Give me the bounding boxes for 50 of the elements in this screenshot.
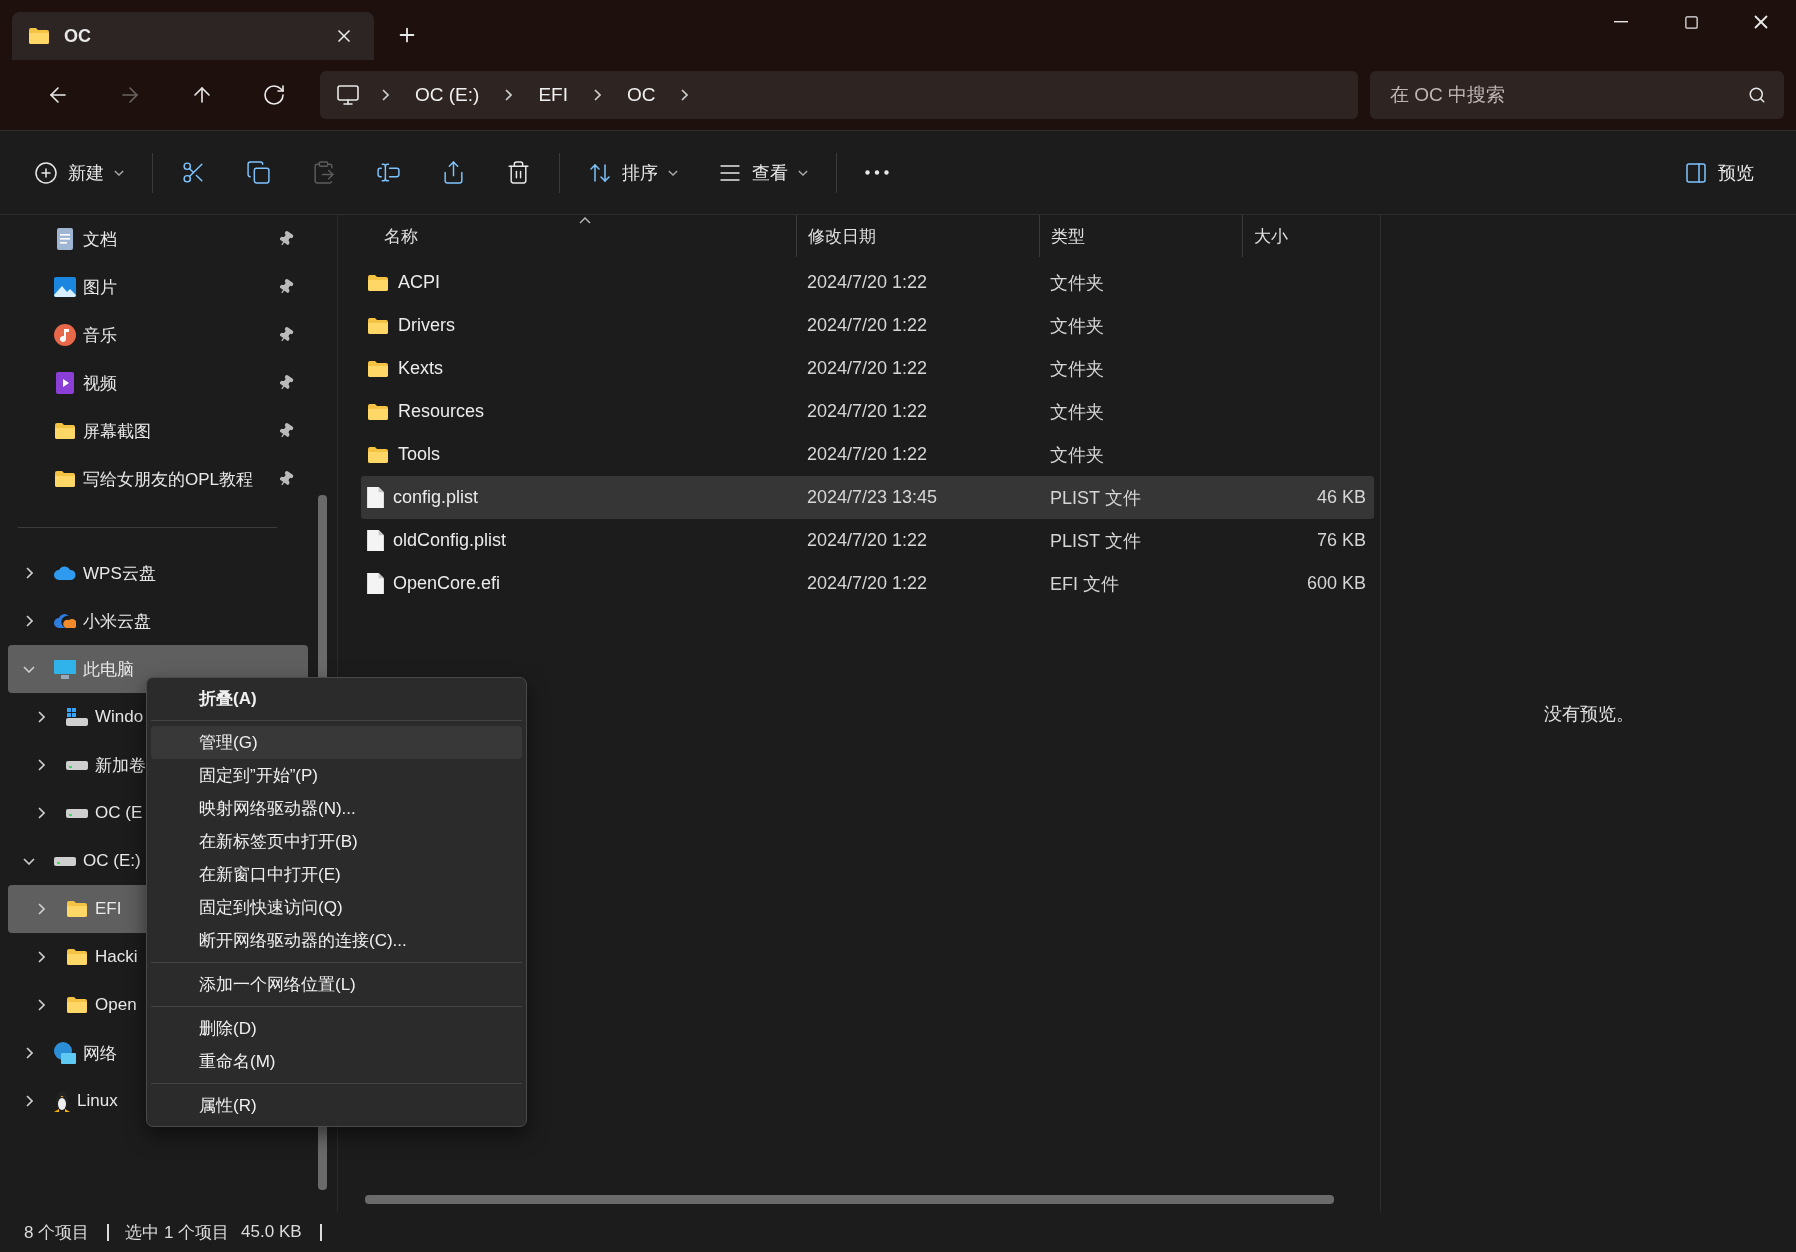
item-count: 8 个项目 xyxy=(24,1221,90,1244)
file-type: 文件夹 xyxy=(1049,443,1104,467)
tree-item-label: 网络 xyxy=(83,1042,117,1065)
selection-size: 45.0 KB xyxy=(241,1222,302,1242)
file-size: 76 KB xyxy=(1316,530,1367,551)
preview-message: 没有预览。 xyxy=(1543,702,1634,726)
file-type: EFI 文件 xyxy=(1049,572,1119,596)
file-type: 文件夹 xyxy=(1049,357,1104,381)
modified-date: 2024/7/20 1:22 xyxy=(806,530,928,551)
quick-access-label: 音乐 xyxy=(83,324,117,347)
tree-item-label: 小米云盘 xyxy=(83,610,151,633)
tree-item-label: Windo xyxy=(95,707,144,727)
modified-date: 2024/7/20 1:22 xyxy=(806,272,928,293)
file-name: config.plist xyxy=(393,487,479,508)
file-type: PLIST 文件 xyxy=(1049,486,1141,510)
tree-item-label: 此电脑 xyxy=(83,658,134,681)
tree-item-label: Hacki xyxy=(95,947,138,967)
modified-date: 2024/7/23 13:45 xyxy=(806,487,938,508)
file-size: 600 KB xyxy=(1306,573,1367,594)
modified-date: 2024/7/20 1:22 xyxy=(806,444,928,465)
tab-title: OC xyxy=(64,25,92,47)
file-type: 文件夹 xyxy=(1049,271,1104,295)
file-name: OpenCore.efi xyxy=(393,573,501,594)
file-name: Resources xyxy=(398,401,485,422)
tree-item-label: Open xyxy=(95,995,137,1015)
file-name: oldConfig.plist xyxy=(393,530,507,551)
file-name: Drivers xyxy=(398,315,455,336)
quick-access-label: 写给女朋友的OPL教程 xyxy=(83,468,254,491)
tree-item-label: Linux xyxy=(77,1091,118,1111)
quick-access-label: 视频 xyxy=(83,372,117,395)
tree-item-label: WPS云盘 xyxy=(83,562,156,585)
file-name: ACPI xyxy=(398,272,440,293)
selection-count: 选中 1 个项目 xyxy=(125,1221,230,1244)
file-size: 46 KB xyxy=(1316,487,1367,508)
file-type: PLIST 文件 xyxy=(1049,529,1141,553)
tree-item-label: OC (E xyxy=(95,803,143,823)
tree-item-label: EFI xyxy=(95,899,122,919)
modified-date: 2024/7/20 1:22 xyxy=(806,358,928,379)
modified-date: 2024/7/20 1:22 xyxy=(806,401,928,422)
modified-date: 2024/7/20 1:22 xyxy=(806,573,928,594)
file-type: 文件夹 xyxy=(1049,400,1104,424)
file-name: Tools xyxy=(398,444,441,465)
tree-item-label: 新加卷 xyxy=(95,754,146,777)
file-type: 文件夹 xyxy=(1049,314,1104,338)
quick-access-label: 文档 xyxy=(83,228,117,251)
quick-access-label: 屏幕截图 xyxy=(83,420,151,443)
file-name: Kexts xyxy=(398,358,444,379)
quick-access-label: 图片 xyxy=(83,276,117,299)
tree-item-label: OC (E:) xyxy=(83,851,141,871)
modified-date: 2024/7/20 1:22 xyxy=(806,315,928,336)
